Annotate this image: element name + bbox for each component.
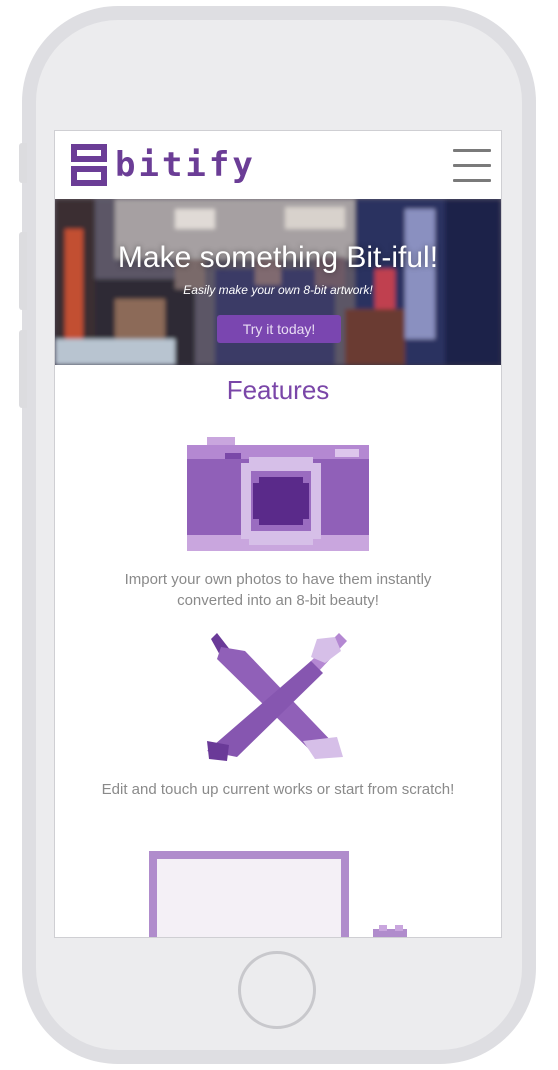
pixel-canvas-icon (149, 851, 407, 937)
features-heading: Features (226, 375, 330, 405)
pixel-camera-icon (187, 437, 369, 551)
hero-title: Make something Bit-iful! (117, 241, 439, 274)
try-it-today-button[interactable]: Try it today! (217, 315, 341, 343)
volume-up-button (19, 232, 27, 310)
mute-switch (19, 143, 27, 183)
hamburger-menu-icon[interactable] (453, 149, 491, 183)
hero-banner: Make something Bit-iful! Easily make you… (55, 199, 501, 365)
phone-screen: bitify Make something Bit-iful! Easily m… (54, 130, 502, 938)
hero-subtitle: Easily make your own 8-bit artwork! (183, 283, 373, 297)
site-header: bitify (55, 131, 501, 199)
feature-text-import: Import your own photos to have them inst… (124, 571, 432, 609)
pixel-pencil-brush-icon (207, 633, 347, 761)
home-button[interactable] (238, 951, 316, 1029)
logo-text[interactable]: bitify (115, 145, 256, 185)
volume-down-button (19, 330, 27, 408)
feature-text-edit: Edit and touch up current works or start… (101, 781, 455, 798)
8-pixel-logo-icon[interactable] (71, 144, 107, 186)
